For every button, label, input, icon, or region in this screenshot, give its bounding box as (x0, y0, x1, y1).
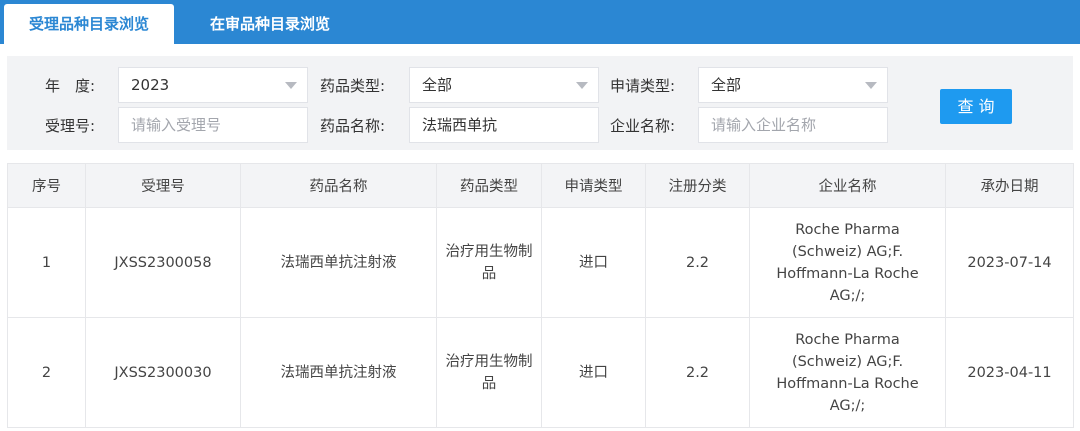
cell-company: Roche Pharma (Schweiz) AG;F. Hoffmann-La… (749, 207, 946, 318)
cell-apply-type: 进口 (541, 207, 646, 318)
chevron-down-icon (285, 82, 297, 89)
apply-type-select[interactable]: 全部 (698, 67, 888, 103)
cell-accept-no: JXSS2300058 (85, 207, 241, 318)
apply-type-label: 申请类型: (610, 77, 676, 95)
header-reg-class: 注册分类 (645, 163, 750, 208)
chevron-down-icon (865, 82, 877, 89)
table-header-row: 序号 受理号 药品名称 药品类型 申请类型 注册分类 企业名称 承办日期 (7, 163, 1074, 208)
results-table: 序号 受理号 药品名称 药品类型 申请类型 注册分类 企业名称 承办日期 1 J… (7, 163, 1074, 428)
header-date: 承办日期 (945, 163, 1074, 208)
drug-type-label: 药品类型: (320, 77, 386, 95)
accept-no-label: 受理号: (45, 117, 96, 135)
table-row[interactable]: 1 JXSS2300058 法瑞西单抗注射液 治疗用生物制品 进口 2.2 Ro… (7, 207, 1074, 318)
year-select-value: 2023 (131, 76, 170, 94)
header-company: 企业名称 (749, 163, 946, 208)
tab-accepted-catalog[interactable]: 受理品种目录浏览 (4, 4, 174, 44)
header-index: 序号 (7, 163, 86, 208)
cell-company: Roche Pharma (Schweiz) AG;F. Hoffmann-La… (749, 317, 946, 428)
chevron-down-icon (576, 82, 588, 89)
cell-drug-name: 法瑞西单抗注射液 (240, 207, 437, 318)
cell-apply-type: 进口 (541, 317, 646, 428)
drug-type-select-value: 全部 (422, 76, 453, 94)
header-drug-name: 药品名称 (240, 163, 437, 208)
cell-index: 2 (7, 317, 86, 428)
header-drug-type: 药品类型 (436, 163, 542, 208)
cell-date: 2023-07-14 (945, 207, 1074, 318)
cell-date: 2023-04-11 (945, 317, 1074, 428)
cell-reg-class: 2.2 (645, 317, 750, 428)
company-input[interactable]: 请输入企业名称 (698, 107, 888, 143)
drug-name-label: 药品名称: (320, 117, 386, 135)
company-label: 企业名称: (610, 117, 676, 135)
year-select[interactable]: 2023 (118, 67, 308, 103)
tab-under-review-catalog[interactable]: 在审品种目录浏览 (190, 4, 350, 44)
cell-reg-class: 2.2 (645, 207, 750, 318)
year-label: 年 度: (45, 77, 96, 95)
cell-index: 1 (7, 207, 86, 318)
table-row[interactable]: 2 JXSS2300030 法瑞西单抗注射液 治疗用生物制品 进口 2.2 Ro… (7, 317, 1074, 428)
drug-name-input[interactable]: 法瑞西单抗 (409, 107, 599, 143)
cell-drug-name: 法瑞西单抗注射液 (240, 317, 437, 428)
accept-no-input[interactable]: 请输入受理号 (118, 107, 308, 143)
cell-accept-no: JXSS2300030 (85, 317, 241, 428)
query-button[interactable]: 查 询 (940, 89, 1012, 124)
header-apply-type: 申请类型 (541, 163, 646, 208)
apply-type-select-value: 全部 (711, 76, 742, 94)
tab-bar: 受理品种目录浏览 在审品种目录浏览 (0, 0, 1080, 44)
cell-drug-type: 治疗用生物制品 (436, 317, 542, 428)
cell-drug-type: 治疗用生物制品 (436, 207, 542, 318)
drug-type-select[interactable]: 全部 (409, 67, 599, 103)
header-accept-no: 受理号 (85, 163, 241, 208)
